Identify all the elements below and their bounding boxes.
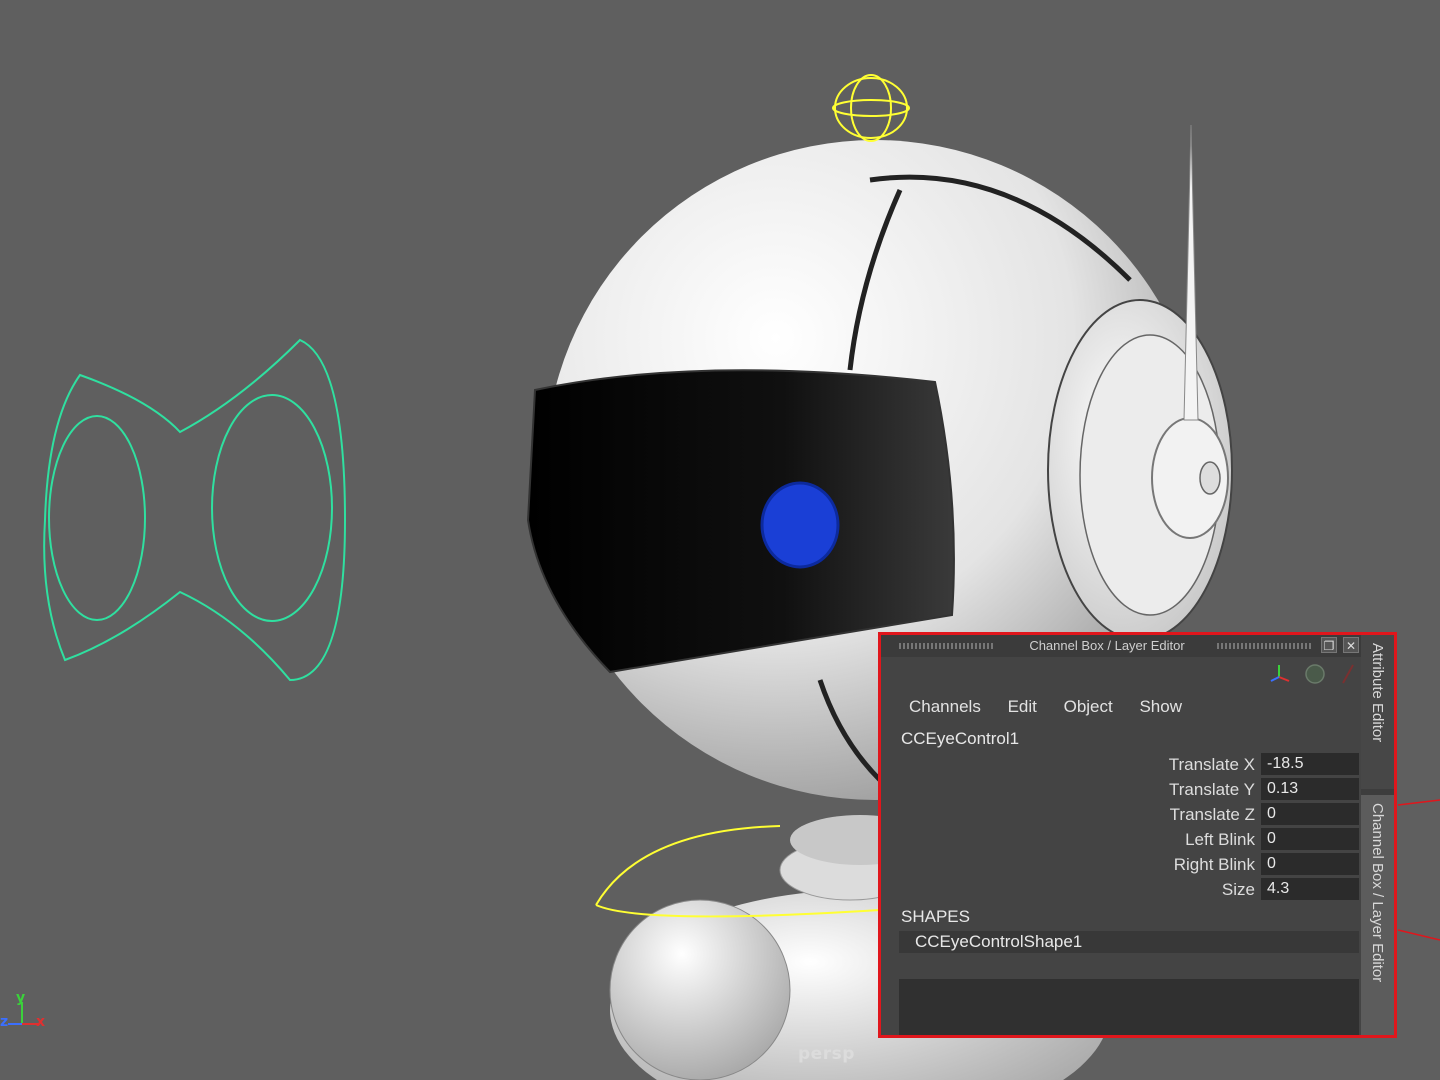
channel-row-size[interactable]: Size 4.3	[881, 878, 1359, 902]
channel-label[interactable]: Translate Z	[1170, 805, 1255, 825]
shape-row[interactable]: CCEyeControlShape1	[899, 931, 1359, 953]
camera-label: persp	[798, 1044, 855, 1064]
menu-show[interactable]: Show	[1139, 697, 1182, 716]
head-top-control-curve[interactable]	[832, 74, 910, 142]
channel-label[interactable]: Right Blink	[1174, 855, 1255, 875]
channel-value-field[interactable]: 0.13	[1261, 778, 1359, 800]
channel-row-translate-z[interactable]: Translate Z 0	[881, 803, 1359, 827]
tab-attribute-editor-label: Attribute Editor	[1369, 643, 1386, 743]
channel-label[interactable]: Translate Y	[1169, 780, 1255, 800]
axis-z-label: z	[0, 1014, 9, 1030]
menu-edit[interactable]: Edit	[1008, 697, 1037, 716]
robot-eye	[760, 481, 840, 569]
tab-attribute-editor[interactable]: Attribute Editor	[1361, 635, 1394, 789]
channel-value-field[interactable]: 0	[1261, 803, 1359, 825]
channel-box-panel: Channel Box / Layer Editor ❐ ✕ Channels …	[878, 632, 1397, 1038]
float-panel-icon[interactable]: ❐	[1321, 637, 1337, 653]
axis-y-label: y	[16, 990, 26, 1006]
panel-title: Channel Box / Layer Editor	[1029, 638, 1185, 653]
object-name[interactable]: CCEyeControl1	[901, 729, 1019, 749]
panel-toolbar	[1269, 661, 1359, 687]
menu-channels[interactable]: Channels	[909, 697, 981, 716]
menu-object[interactable]: Object	[1064, 697, 1113, 716]
shapes-section-title: SHAPES	[901, 907, 970, 926]
channel-value-field[interactable]: 0	[1261, 853, 1359, 875]
channel-row-translate-y[interactable]: Translate Y 0.13	[881, 778, 1359, 802]
channel-label[interactable]: Translate X	[1169, 755, 1255, 775]
manipulator-icon[interactable]	[1270, 665, 1290, 682]
channel-row-left-blink[interactable]: Left Blink 0	[881, 828, 1359, 852]
layer-editor-area[interactable]	[899, 979, 1359, 1035]
axis-gizmo: y z x	[0, 990, 60, 1040]
channel-value-field[interactable]: 0	[1261, 828, 1359, 850]
close-icon[interactable]: ✕	[1343, 637, 1359, 653]
red-guide-line	[1397, 799, 1440, 941]
hyperbolic-icon[interactable]	[1342, 664, 1354, 684]
channel-label[interactable]: Left Blink	[1185, 830, 1255, 850]
channel-row-right-blink[interactable]: Right Blink 0	[881, 853, 1359, 877]
channel-label[interactable]: Size	[1222, 880, 1255, 900]
channel-value-field[interactable]: -18.5	[1261, 753, 1359, 775]
robot-ear	[1047, 299, 1233, 641]
shape-name[interactable]: CCEyeControlShape1	[915, 932, 1082, 952]
tab-channel-box[interactable]: Channel Box / Layer Editor	[1361, 795, 1394, 1035]
speed-icon[interactable]	[1305, 664, 1325, 684]
side-tabs: Attribute Editor Channel Box / Layer Edi…	[1361, 635, 1394, 1035]
channel-row-translate-x[interactable]: Translate X -18.5	[881, 753, 1359, 777]
robot-antenna	[1183, 124, 1199, 421]
panel-title-bar[interactable]: Channel Box / Layer Editor ❐ ✕	[881, 635, 1361, 657]
axis-x-label: x	[36, 1014, 46, 1030]
eye-control-curve[interactable]	[43, 338, 347, 682]
channel-value-field[interactable]: 4.3	[1261, 878, 1359, 900]
tab-channel-box-label: Channel Box / Layer Editor	[1369, 803, 1386, 983]
channel-box-menu: Channels Edit Object Show	[909, 697, 1204, 717]
